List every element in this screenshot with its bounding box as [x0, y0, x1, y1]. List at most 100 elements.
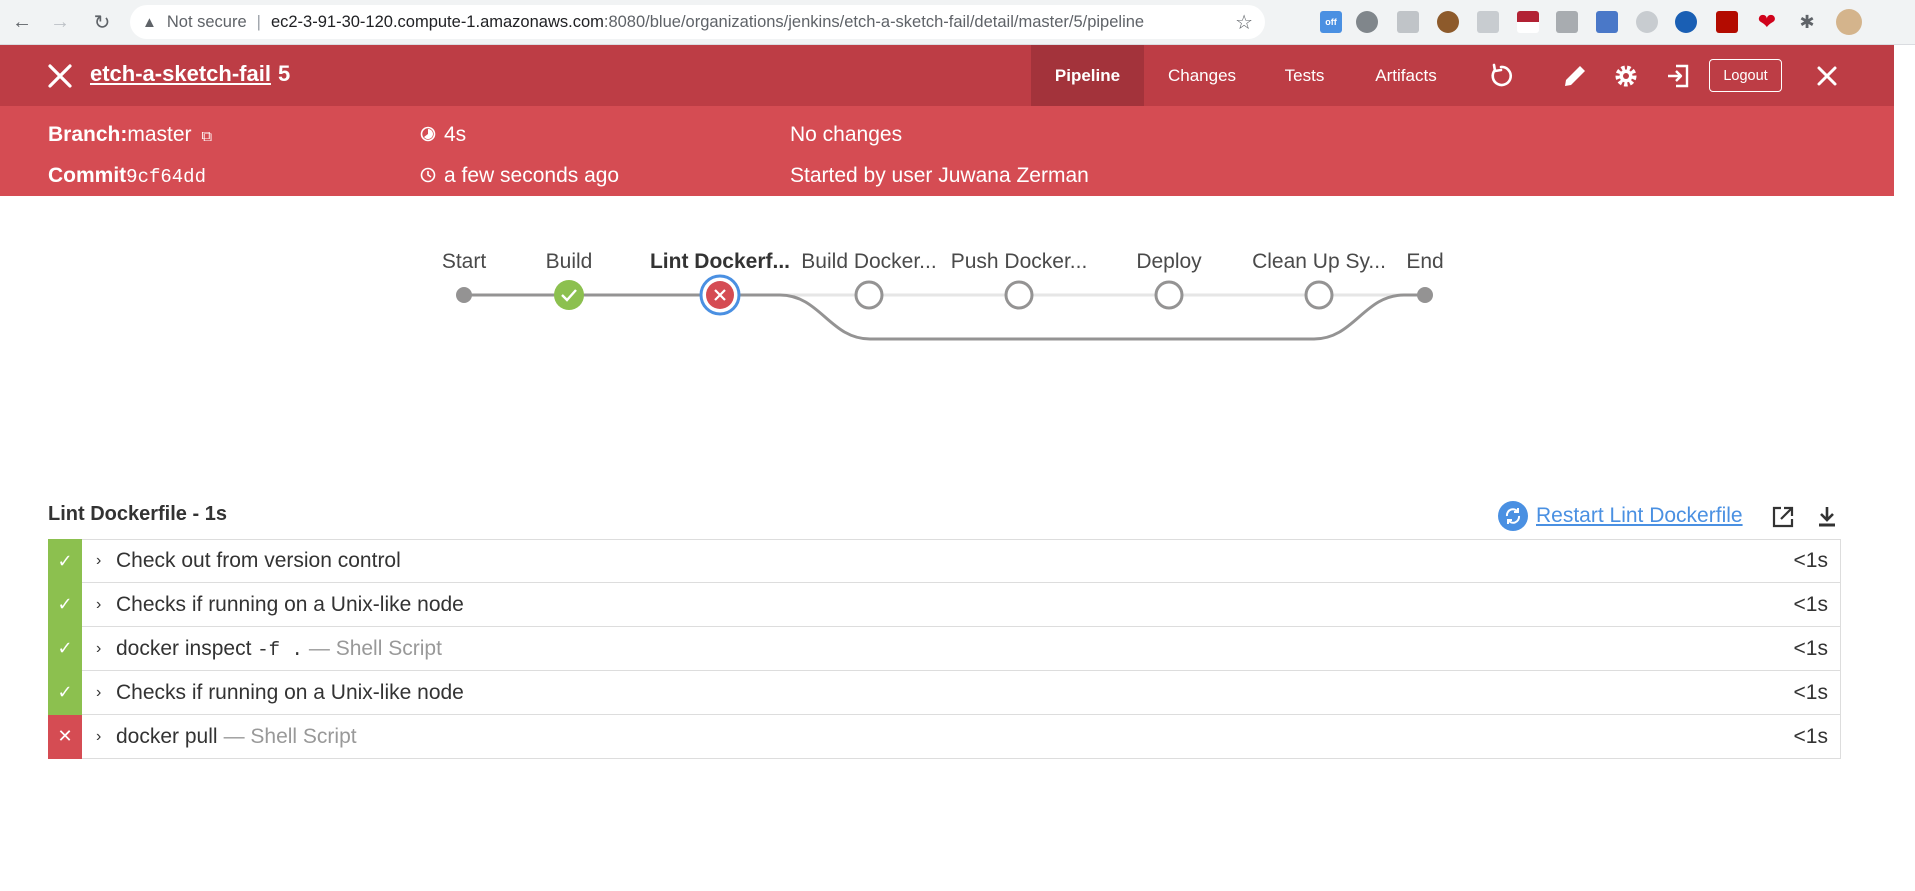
branch-value[interactable]: master — [127, 123, 191, 146]
stage-steps-title: Lint Dockerfile - 1s — [48, 503, 227, 525]
success-check-icon: ✓ — [48, 539, 82, 583]
success-check-icon: ✓ — [48, 670, 82, 715]
stage-cleanup-node[interactable] — [1304, 280, 1334, 310]
tab-tests-label: Tests — [1284, 65, 1325, 85]
step-text: docker pull — [116, 724, 218, 748]
started-by-info: Started by user Juwana Zerman — [790, 164, 1089, 187]
step-duration: <1s — [1793, 549, 1828, 572]
tab-artifacts[interactable]: Artifacts — [1364, 45, 1448, 106]
success-check-icon: ✓ — [48, 582, 82, 627]
extension-circle-icon[interactable] — [1356, 11, 1378, 33]
extension-pdf-icon[interactable] — [1716, 11, 1738, 33]
stage-push-docker-node[interactable] — [1004, 280, 1034, 310]
edit-pencil-icon[interactable] — [1561, 62, 1589, 90]
address-bar[interactable]: ▲ Not secure | ec2-3-91-30-120.compute-1… — [130, 5, 1265, 39]
stage-start-node — [456, 287, 472, 303]
extension-off-label: off — [1325, 17, 1337, 27]
tab-artifacts-label: Artifacts — [1375, 65, 1437, 85]
commit-value: 9cf64dd — [126, 166, 206, 188]
started-info: a few seconds ago — [420, 164, 619, 188]
commit-info: Commit9cf64dd — [48, 164, 206, 188]
step-text: Checks if running on a Unix-like node — [116, 592, 464, 616]
run-number: 5 — [278, 61, 291, 86]
close-icon[interactable] — [46, 62, 74, 90]
restart-icon — [1498, 501, 1528, 531]
clock-icon — [420, 167, 436, 183]
stage-build-label[interactable]: Build — [546, 250, 593, 274]
stage-deploy-node[interactable] — [1154, 280, 1184, 310]
stage-deploy-label[interactable]: Deploy — [1136, 250, 1201, 274]
exit-icon[interactable] — [1664, 62, 1692, 90]
step-row[interactable]: ✓ › docker inspect -f . — Shell Script <1… — [48, 626, 1841, 671]
step-label: Checks if running on a Unix-like node — [116, 681, 464, 705]
duration-info: 4s — [420, 123, 466, 147]
restart-stage-link[interactable]: Restart Lint Dockerfile — [1498, 501, 1743, 531]
close-run-icon[interactable] — [1813, 62, 1841, 90]
stage-cleanup-label[interactable]: Clean Up Sy... — [1252, 250, 1386, 274]
stage-push-docker-label[interactable]: Push Docker... — [951, 250, 1088, 274]
external-link-icon[interactable]: ⧉ — [201, 128, 212, 145]
tab-pipeline-label: Pipeline — [1054, 65, 1121, 85]
forward-arrow-icon[interactable]: → — [47, 9, 73, 35]
tab-changes[interactable]: Changes — [1156, 45, 1248, 106]
changes-info: No changes — [790, 123, 903, 146]
chevron-right-icon[interactable]: › — [96, 728, 110, 746]
run-summary: Branch:master ⧉ Commit9cf64dd 4s a few s… — [0, 106, 1894, 196]
tab-pipeline[interactable]: Pipeline — [1031, 45, 1144, 106]
url-path: :8080/blue/organizations/jenkins/etch-a-… — [603, 12, 1145, 31]
logout-label: Logout — [1723, 67, 1768, 84]
settings-gear-icon[interactable] — [1612, 62, 1640, 90]
stage-end-label: End — [1406, 250, 1444, 273]
job-name-link[interactable]: etch-a-sketch-fail — [90, 61, 271, 87]
browser-toolbar: ← → ↻ ▲ Not secure | ec2-3-91-30-120.com… — [0, 0, 1915, 45]
run-header: etch-a-sketch-fail 5 Pipeline Changes Te… — [0, 45, 1894, 106]
steps-list: ✓ › Check out from version control <1s ✓… — [48, 539, 1841, 759]
logout-button[interactable]: Logout — [1709, 59, 1782, 92]
step-row[interactable]: ✕ › docker pull — Shell Script <1s — [48, 714, 1841, 759]
step-row[interactable]: ✓ › Checks if running on a Unix-like nod… — [48, 582, 1841, 627]
rerun-icon[interactable] — [1487, 62, 1515, 90]
extension-off-icon[interactable]: off — [1320, 11, 1342, 33]
step-row[interactable]: ✓ › Checks if running on a Unix-like nod… — [48, 670, 1841, 715]
extensions-puzzle-icon[interactable]: ✱ — [1796, 11, 1818, 33]
extension-blue-icon[interactable] — [1675, 11, 1697, 33]
extension-card-icon[interactable] — [1477, 11, 1499, 33]
extension-emoji-icon[interactable] — [1437, 11, 1459, 33]
open-in-new-icon[interactable] — [1770, 504, 1796, 530]
step-text: docker inspect — [116, 636, 258, 660]
restart-stage-label: Restart Lint Dockerfile — [1536, 504, 1743, 527]
step-label: Check out from version control — [116, 549, 401, 573]
tab-changes-label: Changes — [1167, 65, 1237, 85]
stage-lint-node[interactable] — [699, 274, 741, 316]
back-arrow-icon[interactable]: ← — [9, 9, 35, 35]
step-subtitle: — Shell Script — [223, 724, 357, 748]
chevron-right-icon[interactable]: › — [96, 640, 110, 658]
duration-icon — [420, 126, 436, 142]
stage-build-node[interactable] — [554, 280, 584, 310]
tab-tests[interactable]: Tests — [1272, 45, 1337, 106]
bookmark-star-icon[interactable]: ☆ — [1235, 10, 1253, 35]
stage-build-docker-label[interactable]: Build Docker... — [801, 250, 936, 274]
extension-flag-icon[interactable] — [1517, 11, 1539, 33]
extension-heart-icon[interactable]: ❤ — [1756, 9, 1778, 34]
chevron-right-icon[interactable]: › — [96, 684, 110, 702]
extension-play-icon[interactable] — [1636, 11, 1658, 33]
chevron-right-icon[interactable]: › — [96, 552, 110, 570]
url-separator: | — [256, 12, 261, 31]
download-icon[interactable] — [1814, 504, 1840, 530]
step-row[interactable]: ✓ › Check out from version control <1s — [48, 539, 1841, 583]
reload-icon[interactable]: ↻ — [89, 9, 115, 35]
stage-end-node — [1417, 287, 1433, 303]
extension-camera-icon[interactable] — [1596, 11, 1618, 33]
commit-label: Commit — [48, 164, 127, 187]
chevron-right-icon[interactable]: › — [96, 596, 110, 614]
step-label: docker inspect -f . — Shell Script — [116, 637, 442, 661]
stage-build-docker-node[interactable] — [854, 280, 884, 310]
step-label: docker pull — Shell Script — [116, 725, 357, 749]
profile-avatar[interactable] — [1836, 9, 1862, 35]
extension-image-icon[interactable] — [1397, 11, 1419, 33]
stage-lint-label[interactable]: Lint Dockerf... — [650, 250, 790, 274]
step-label: Checks if running on a Unix-like node — [116, 593, 464, 617]
step-duration: <1s — [1793, 636, 1828, 660]
extension-css-icon[interactable] — [1556, 11, 1578, 33]
